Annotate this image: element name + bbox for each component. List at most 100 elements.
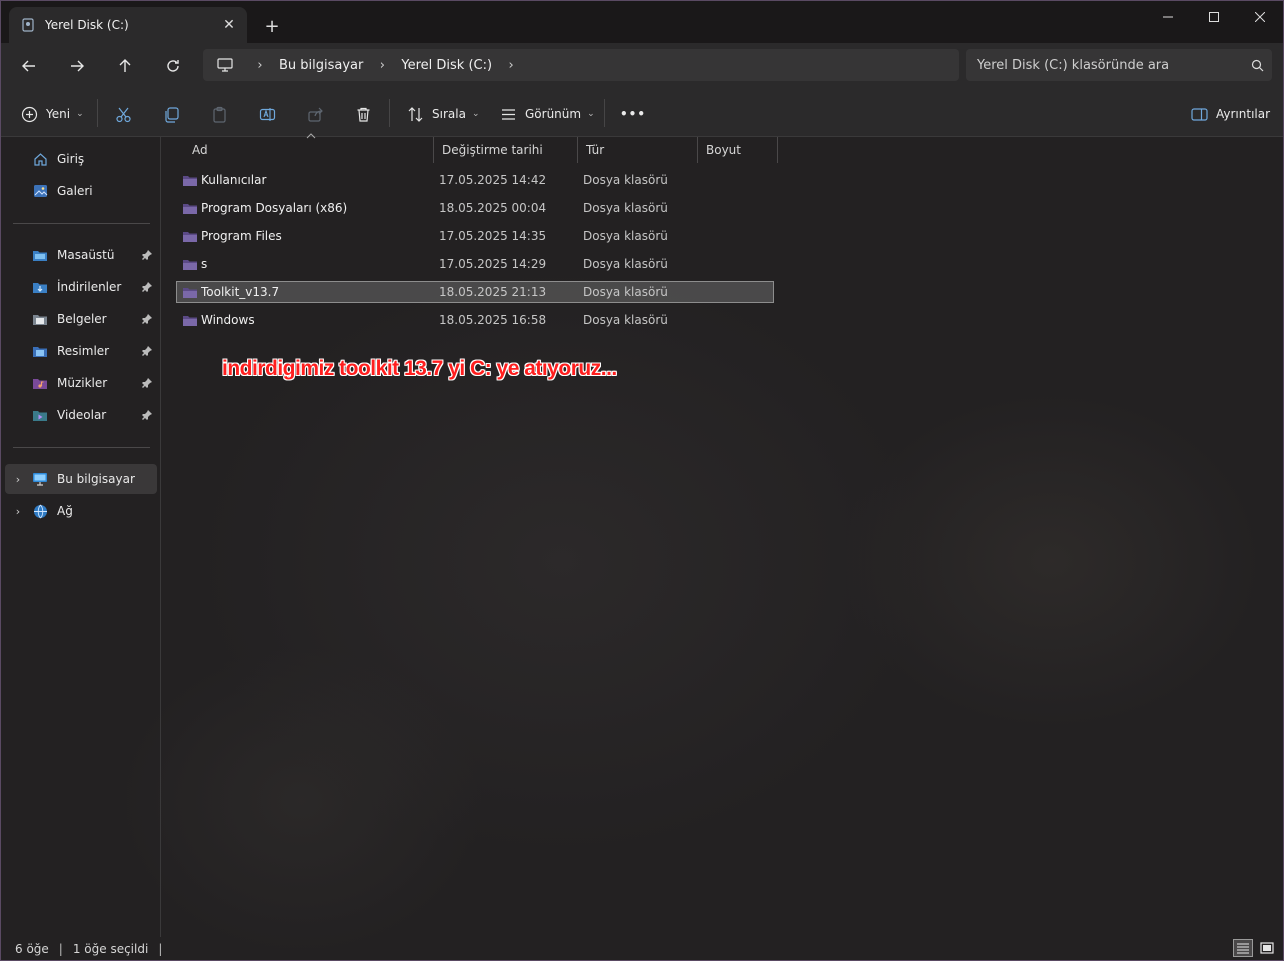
paste-button[interactable] xyxy=(209,99,229,129)
drive-icon xyxy=(21,18,35,32)
details-button[interactable]: Ayrıntılar xyxy=(1189,99,1270,129)
file-explorer-window: Yerel Disk (C:) ✕ + › Bu bilgisayar › Ye… xyxy=(0,0,1284,961)
sidebar-item-bu-bilgisayar[interactable]: › Bu bilgisayar xyxy=(5,464,157,494)
sidebar-item-giris[interactable]: Giriş xyxy=(5,144,157,174)
file-row[interactable]: Program Dosyaları (x86) 18.05.2025 00:04… xyxy=(176,197,774,219)
sidebar-item-resimler[interactable]: Resimler xyxy=(5,336,157,366)
search-input[interactable]: Yerel Disk (C:) klasöründe ara xyxy=(977,58,1242,73)
file-name: s xyxy=(201,257,208,271)
copy-button[interactable] xyxy=(161,99,181,129)
pin-icon[interactable] xyxy=(137,410,157,420)
sidebar-item-belgeler[interactable]: Belgeler xyxy=(5,304,157,334)
sort-label: Sırala xyxy=(432,107,466,121)
sidebar-item-indirilenler[interactable]: İndirilenler xyxy=(5,272,157,302)
file-type: Dosya klasörü xyxy=(583,201,668,215)
divider xyxy=(389,99,390,127)
column-header-size[interactable]: Boyut xyxy=(698,137,778,163)
annotation-text: indirdigimiz toolkit 13.7 yi C: ye atıyo… xyxy=(222,357,617,380)
large-icons-view-button[interactable] xyxy=(1257,939,1277,957)
back-button[interactable] xyxy=(14,52,44,80)
item-count: 6 öğe xyxy=(15,942,49,956)
view-label: Görünüm xyxy=(525,107,582,121)
divider xyxy=(13,223,150,224)
sidebar-item-label: Ağ xyxy=(57,504,73,518)
maximize-button[interactable] xyxy=(1191,1,1237,33)
file-date: 17.05.2025 14:29 xyxy=(439,257,547,271)
file-date: 17.05.2025 14:42 xyxy=(439,173,547,187)
list-view-icon xyxy=(498,104,518,124)
file-row[interactable]: Program Files 17.05.2025 14:35 Dosya kla… xyxy=(176,225,774,247)
chevron-right-icon[interactable]: › xyxy=(249,58,271,73)
selected-count: 1 öğe seçildi xyxy=(72,942,149,956)
tab-yerel-disk[interactable]: Yerel Disk (C:) ✕ xyxy=(9,7,247,43)
column-header-date[interactable]: Değiştirme tarihi xyxy=(434,137,578,163)
sidebar-item-label: İndirilenler xyxy=(57,280,122,294)
column-header-type[interactable]: Tür xyxy=(578,137,698,163)
search-box[interactable]: Yerel Disk (C:) klasöründe ara xyxy=(966,49,1272,81)
clipboard-icon xyxy=(209,104,229,124)
sidebar-item-label: Videolar xyxy=(57,408,107,422)
pin-icon[interactable] xyxy=(137,346,157,356)
sidebar-item-ag[interactable]: › Ağ xyxy=(5,496,157,526)
gallery-icon xyxy=(31,182,49,200)
sidebar-item-muzikler[interactable]: Müzikler xyxy=(5,368,157,398)
downloads-folder-icon xyxy=(31,278,49,296)
refresh-button[interactable] xyxy=(158,52,188,80)
share-button[interactable] xyxy=(305,99,325,129)
search-icon[interactable] xyxy=(1242,59,1272,72)
pin-icon[interactable] xyxy=(137,250,157,260)
title-bar: Yerel Disk (C:) ✕ + xyxy=(1,1,1283,43)
close-button[interactable] xyxy=(1237,1,1283,33)
new-button[interactable]: Yeni ⌄ xyxy=(19,99,84,129)
navigation-bar: › Bu bilgisayar › Yerel Disk (C:) › Yere… xyxy=(1,43,1283,89)
more-options-button[interactable]: ••• xyxy=(620,99,646,129)
pin-icon[interactable] xyxy=(137,378,157,388)
details-view-button[interactable] xyxy=(1233,939,1253,957)
file-row[interactable]: s 17.05.2025 14:29 Dosya klasörü xyxy=(176,253,774,275)
up-button[interactable] xyxy=(110,52,140,80)
pin-icon[interactable] xyxy=(137,314,157,324)
tab-title: Yerel Disk (C:) xyxy=(45,18,129,32)
folder-icon xyxy=(181,200,199,216)
file-row[interactable]: Kullanıcılar 17.05.2025 14:42 Dosya klas… xyxy=(176,169,774,191)
window-controls xyxy=(1145,1,1283,33)
sidebar-item-masaustu[interactable]: Masaüstü xyxy=(5,240,157,270)
new-tab-button[interactable]: + xyxy=(259,13,285,39)
address-bar[interactable]: › Bu bilgisayar › Yerel Disk (C:) › xyxy=(203,49,959,81)
pin-icon[interactable] xyxy=(137,282,157,292)
arrow-left-icon xyxy=(22,60,35,72)
breadcrumb-yerel-disk[interactable]: Yerel Disk (C:) xyxy=(393,58,500,73)
chevron-right-icon[interactable]: › xyxy=(5,505,31,518)
file-row[interactable]: Windows 18.05.2025 16:58 Dosya klasörü xyxy=(176,309,774,331)
chevron-right-icon[interactable]: › xyxy=(371,58,393,73)
delete-button[interactable] xyxy=(353,99,373,129)
cut-button[interactable] xyxy=(113,99,133,129)
details-view-icon xyxy=(1237,943,1249,954)
divider xyxy=(604,99,605,127)
forward-button[interactable] xyxy=(62,52,92,80)
computer-icon xyxy=(215,55,235,75)
minimize-button[interactable] xyxy=(1145,1,1191,33)
sidebar-item-label: Bu bilgisayar xyxy=(57,472,135,486)
network-icon xyxy=(31,502,49,520)
column-header-name[interactable]: Ad xyxy=(184,137,434,163)
status-separator: | xyxy=(158,942,163,956)
sidebar-item-galeri[interactable]: Galeri xyxy=(5,176,157,206)
view-button[interactable]: Görünüm ⌄ xyxy=(498,99,595,129)
folder-icon xyxy=(181,312,199,328)
rename-button[interactable] xyxy=(257,99,277,129)
status-bar: 6 öğe | 1 öğe seçildi | xyxy=(1,937,1283,960)
close-tab-icon[interactable]: ✕ xyxy=(217,13,241,37)
chevron-right-icon[interactable]: › xyxy=(500,58,522,73)
chevron-right-icon[interactable]: › xyxy=(5,473,31,486)
file-row-selected[interactable]: Toolkit_v13.7 18.05.2025 21:13 Dosya kla… xyxy=(176,281,774,303)
sort-ascending-icon xyxy=(306,133,316,139)
file-type: Dosya klasörü xyxy=(583,173,668,187)
file-name: Program Files xyxy=(201,229,282,243)
sort-button[interactable]: Sırala ⌄ xyxy=(405,99,479,129)
large-icons-view-icon xyxy=(1260,942,1274,954)
details-pane-icon xyxy=(1189,104,1209,124)
file-name: Program Dosyaları (x86) xyxy=(201,201,348,215)
breadcrumb-bu-bilgisayar[interactable]: Bu bilgisayar xyxy=(271,58,371,73)
sidebar-item-videolar[interactable]: Videolar xyxy=(5,400,157,430)
